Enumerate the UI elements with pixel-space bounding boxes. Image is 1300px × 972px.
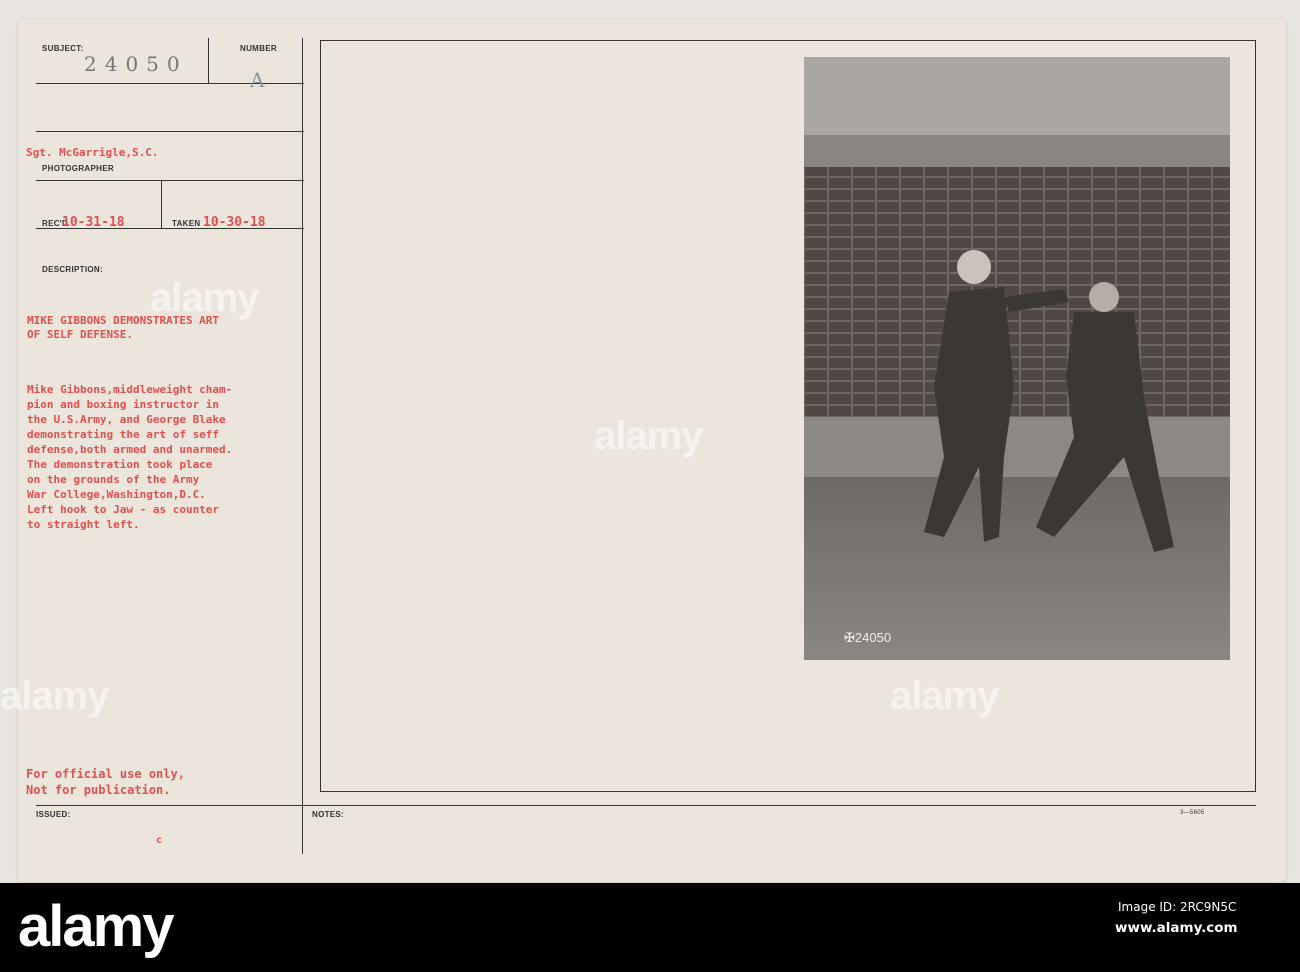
issued-mark: c xyxy=(156,835,163,846)
photo-number: ✠24050 xyxy=(844,630,891,645)
image-id: Image ID: 2RC9N5C xyxy=(1118,900,1237,914)
alamy-logo: alamy xyxy=(18,894,174,959)
divider xyxy=(36,805,1256,806)
photographer-label: PHOTOGRAPHER xyxy=(42,164,114,173)
column-divider xyxy=(302,38,303,854)
divider xyxy=(161,180,162,228)
recd-date: 10-31-18 xyxy=(62,215,125,230)
boxing-photograph: ✠24050 xyxy=(804,57,1230,660)
notes-label: NOTES: xyxy=(312,810,345,819)
photographer: Sgt. McGarrigle,S.C. xyxy=(26,146,159,159)
watermark: alamy xyxy=(594,414,703,458)
divider xyxy=(36,131,304,132)
watermark: alamy xyxy=(0,674,109,718)
number-label: NUMBER xyxy=(240,44,277,53)
subject-label: SUBJECT: xyxy=(42,44,84,53)
number-value: A xyxy=(250,68,273,92)
description-label: DESCRIPTION: xyxy=(42,265,103,274)
description-body: Mike Gibbons,middleweight cham- pion and… xyxy=(27,383,233,531)
divider xyxy=(208,38,209,84)
form-code: 3—5605 xyxy=(1180,810,1205,816)
divider xyxy=(36,180,304,181)
site-url: www.alamy.com xyxy=(1115,920,1238,936)
official-use-notice: For official use only, Not for publicati… xyxy=(26,767,185,797)
taken-label: TAKEN xyxy=(172,219,201,228)
photo-image: ✠24050 xyxy=(804,57,1230,660)
watermark: alamy xyxy=(150,276,259,320)
watermark-bar: alamy Image ID: 2RC9N5C www.alamy.com xyxy=(0,883,1300,972)
taken-date: 10-30-18 xyxy=(203,215,266,230)
issued-label: ISSUED: xyxy=(36,810,71,819)
watermark: alamy xyxy=(890,674,999,718)
subject-number: 24050 xyxy=(84,52,188,76)
